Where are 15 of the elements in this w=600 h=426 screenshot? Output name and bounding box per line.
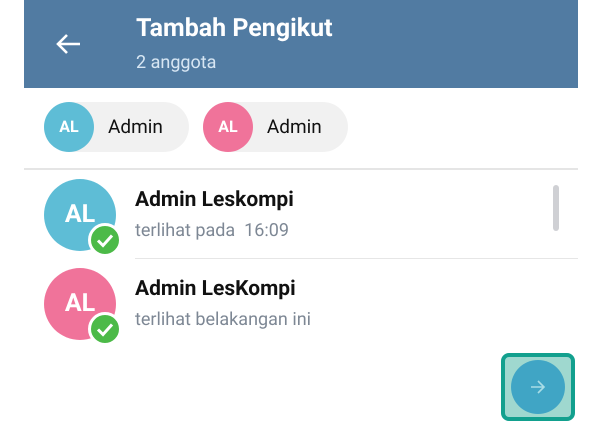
member-row[interactable]: AL Admin LesKompi terlihat belakangan ini (24, 259, 578, 348)
member-row[interactable]: AL Admin Leskompi terlihat pada 16:09 (24, 170, 578, 259)
forward-arrow-icon (530, 380, 546, 394)
screen-title: Tambah Pengikut (136, 14, 333, 44)
member-count: 2 anggota (136, 52, 218, 74)
back-arrow-icon (55, 33, 81, 55)
member-name: Admin Leskompi (135, 187, 294, 213)
selected-member-chip[interactable]: AL Admin (44, 102, 189, 152)
scroll-bar (553, 185, 559, 231)
last-seen-status: terlihat belakangan ini (135, 309, 312, 331)
avatar: AL (44, 102, 94, 152)
avatar: AL (202, 102, 253, 152)
last-seen-status: terlihat pada 16:09 (135, 220, 290, 242)
selected-member-chip[interactable]: AL Admin (202, 102, 348, 152)
member-name: Admin LesKompi (135, 276, 297, 302)
